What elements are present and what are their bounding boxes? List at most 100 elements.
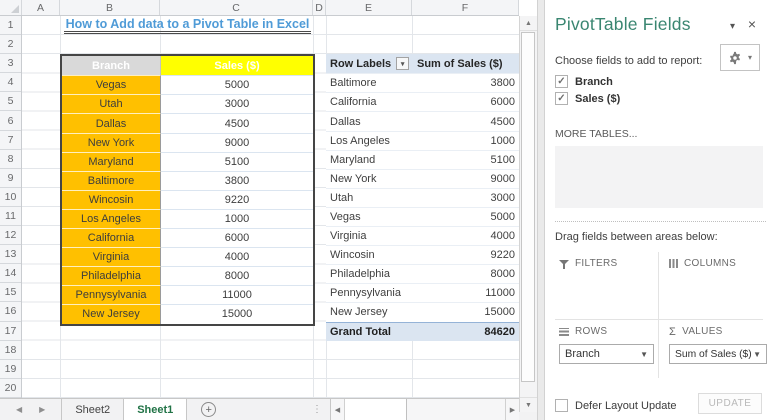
update-button[interactable]: UPDATE	[698, 393, 762, 414]
pivot-value-cell[interactable]: 3800	[412, 74, 519, 92]
pivot-label-cell[interactable]: Maryland	[326, 151, 412, 169]
pivot-value-cell[interactable]: 9220	[412, 246, 519, 264]
branch-cell[interactable]: Vegas	[62, 75, 161, 95]
values-area[interactable]: Σ VALUES Sum of Sales ($) ▼	[659, 320, 767, 378]
pivot-label-cell[interactable]: New Jersey	[326, 303, 412, 321]
row-header[interactable]: 4	[0, 73, 21, 93]
sales-cell[interactable]: 1000	[161, 208, 313, 229]
branch-cell[interactable]: California	[62, 228, 161, 248]
column-header-a[interactable]: A	[22, 0, 60, 15]
pivot-label-cell[interactable]: Dallas	[326, 112, 412, 130]
branch-cell[interactable]: Baltimore	[62, 170, 161, 190]
sales-cell[interactable]: 6000	[161, 228, 313, 248]
branch-cell[interactable]: Pennysylvania	[62, 285, 161, 305]
pivot-values-header[interactable]: Sum of Sales ($)	[412, 54, 519, 73]
row-header[interactable]: 1	[0, 16, 21, 36]
pivot-value-cell[interactable]: 8000	[412, 265, 519, 283]
grand-total-value-cell[interactable]: 84620	[412, 323, 519, 341]
sales-cell[interactable]: 4000	[161, 247, 313, 267]
pivot-label-cell[interactable]: Philadelphia	[326, 265, 412, 283]
field-item-branch[interactable]: ✓ Branch	[555, 73, 620, 90]
tab-sheet2[interactable]: Sheet2	[62, 399, 125, 420]
sales-cell[interactable]: 3000	[161, 94, 313, 114]
horizontal-scrollbar-track[interactable]	[407, 399, 505, 420]
pivot-label-cell[interactable]: Los Angeles	[326, 132, 412, 150]
pivot-value-cell[interactable]: 5100	[412, 151, 519, 169]
vertical-scrollbar-thumb[interactable]	[521, 32, 535, 382]
tab-scrollbar-splitter[interactable]: ⋮	[312, 404, 330, 415]
sales-cell[interactable]: 5100	[161, 151, 313, 171]
select-all-corner[interactable]	[0, 0, 22, 15]
branch-cell[interactable]: Utah	[62, 94, 161, 114]
scroll-down-icon[interactable]: ▼	[520, 397, 537, 412]
branch-cell[interactable]: Dallas	[62, 113, 161, 133]
scroll-right-icon[interactable]: ▶	[505, 399, 519, 420]
sales-cell[interactable]: 9220	[161, 189, 313, 209]
pivot-label-cell[interactable]: Utah	[326, 189, 412, 207]
pivot-label-cell[interactable]: Pennysylvania	[326, 284, 412, 302]
row-header[interactable]: 14	[0, 264, 21, 284]
pivot-value-cell[interactable]: 11000	[412, 284, 519, 302]
branch-cell[interactable]: Los Angeles	[62, 208, 161, 229]
rows-field-dropdown[interactable]: Branch ▼	[559, 344, 654, 364]
row-header[interactable]: 17	[0, 322, 21, 341]
columns-area[interactable]: COLUMNS	[659, 252, 763, 320]
values-field-dropdown[interactable]: Sum of Sales ($) ▼	[669, 344, 767, 364]
row-header[interactable]: 16	[0, 302, 21, 322]
branch-cell[interactable]: Philadelphia	[62, 266, 161, 286]
pivot-row-labels-header[interactable]: Row Labels ▾	[326, 54, 412, 73]
pivot-label-cell[interactable]: New York	[326, 170, 412, 188]
branch-cell[interactable]: Maryland	[62, 151, 161, 171]
sales-cell[interactable]: 9000	[161, 132, 313, 152]
pivot-value-cell[interactable]: 1000	[412, 132, 519, 150]
column-header-c[interactable]: C	[160, 0, 313, 15]
pivot-value-cell[interactable]: 3000	[412, 189, 519, 207]
tools-button[interactable]: ▾	[720, 44, 760, 71]
pivot-label-cell[interactable]: Wincosin	[326, 246, 412, 264]
pane-options-icon[interactable]: ▾	[730, 21, 735, 32]
grand-total-label-cell[interactable]: Grand Total	[326, 323, 412, 341]
pivot-value-cell[interactable]: 4500	[412, 112, 519, 130]
row-header[interactable]: 20	[0, 379, 21, 398]
pivot-label-cell[interactable]: California	[326, 93, 412, 111]
sales-cell[interactable]: 11000	[161, 285, 313, 305]
row-header[interactable]: 19	[0, 360, 21, 379]
worksheet-title-cell[interactable]: How to Add data to a Pivot Table in Exce…	[60, 17, 315, 36]
pivot-value-cell[interactable]: 5000	[412, 208, 519, 226]
column-header-b[interactable]: B	[60, 0, 160, 15]
pivot-value-cell[interactable]: 9000	[412, 170, 519, 188]
scroll-left-icon[interactable]: ◀	[331, 399, 345, 420]
row-header[interactable]: 8	[0, 150, 21, 169]
branch-cell[interactable]: New Jersey	[62, 304, 161, 324]
sales-cell[interactable]: 8000	[161, 266, 313, 286]
row-header[interactable]: 6	[0, 111, 21, 131]
row-labels-filter-button[interactable]: ▾	[396, 57, 410, 71]
row-header[interactable]: 11	[0, 207, 21, 227]
prev-sheet-icon[interactable]: ◀	[16, 405, 22, 414]
tab-sheet1[interactable]: Sheet1	[124, 399, 188, 420]
branch-cell[interactable]: Virginia	[62, 247, 161, 267]
next-sheet-icon[interactable]: ▶	[39, 405, 45, 414]
sales-cell[interactable]: 3800	[161, 170, 313, 190]
more-tables-link[interactable]: MORE TABLES...	[555, 128, 637, 140]
scroll-up-icon[interactable]: ▲	[520, 16, 537, 31]
branch-header-cell[interactable]: Branch	[62, 56, 161, 76]
pivot-label-cell[interactable]: Baltimore	[326, 74, 412, 92]
pivot-value-cell[interactable]: 6000	[412, 93, 519, 111]
row-header[interactable]: 2	[0, 35, 21, 55]
pivot-label-cell[interactable]: Virginia	[326, 227, 412, 245]
pane-splitter[interactable]	[537, 0, 545, 420]
field-item-sales[interactable]: ✓ Sales ($)	[555, 90, 620, 107]
horizontal-scrollbar-thumb[interactable]	[345, 399, 407, 420]
row-header[interactable]: 7	[0, 131, 21, 150]
branch-cell[interactable]: Wincosin	[62, 189, 161, 209]
vertical-scrollbar[interactable]: ▲ ▼	[519, 16, 537, 412]
branch-checkbox[interactable]: ✓	[555, 75, 568, 88]
pivot-value-cell[interactable]: 15000	[412, 303, 519, 321]
row-header[interactable]: 10	[0, 188, 21, 207]
row-header[interactable]: 15	[0, 283, 21, 303]
pivot-label-cell[interactable]: Vegas	[326, 208, 412, 226]
column-header-d[interactable]: D	[313, 0, 326, 15]
close-icon[interactable]: ×	[748, 16, 756, 32]
sales-cell[interactable]: 15000	[161, 304, 313, 324]
